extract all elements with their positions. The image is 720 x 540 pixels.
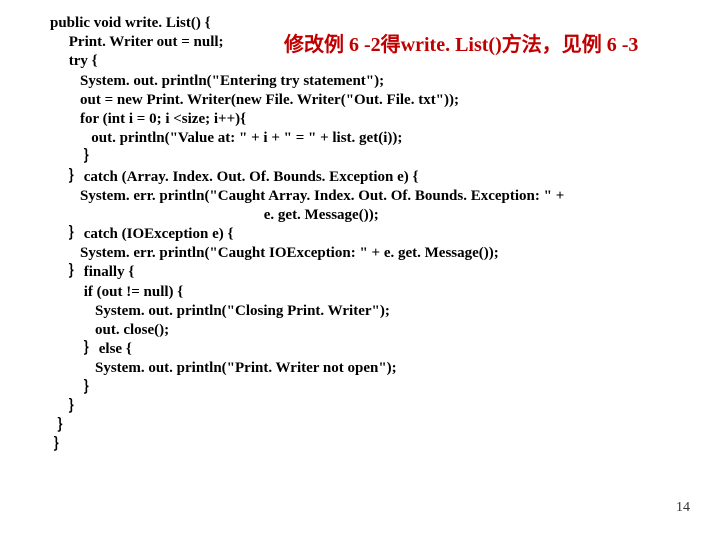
code-line: ｝ xyxy=(50,379,720,398)
code-line: ｝catch (IOException e) { xyxy=(50,225,720,244)
code-line: for (int i = 0; i <size; i++){ xyxy=(50,110,720,129)
code-line: ｝ xyxy=(50,436,720,455)
code-line: System. err. println("Caught Array. Inde… xyxy=(50,187,720,206)
code-line: ｝finally { xyxy=(50,263,720,282)
annotation-text: 修改例 6 -2得write. List()方法，见例 6 -3 xyxy=(284,28,704,57)
code-line: System. out. println("Closing Print. Wri… xyxy=(50,302,720,321)
code-line: ｝catch (Array. Index. Out. Of. Bounds. E… xyxy=(50,168,720,187)
code-line: ｝ xyxy=(50,417,720,436)
code-line: ｝ xyxy=(50,148,720,167)
page-number: 14 xyxy=(676,500,690,516)
code-line: out = new Print. Writer(new File. Writer… xyxy=(50,91,720,110)
code-line: System. out. println("Entering try state… xyxy=(50,72,720,91)
code-line: if (out != null) { xyxy=(50,283,720,302)
code-line: out. println("Value at: " + i + " = " + … xyxy=(50,129,720,148)
code-line: out. close(); xyxy=(50,321,720,340)
code-block: public void write. List() { Print. Write… xyxy=(0,0,720,455)
code-line: ｝else { xyxy=(50,340,720,359)
code-line: ｝ xyxy=(50,398,720,417)
code-line: System. out. println("Print. Writer not … xyxy=(50,359,720,378)
code-line: e. get. Message()); xyxy=(50,206,720,225)
code-line: System. err. println("Caught IOException… xyxy=(50,244,720,263)
